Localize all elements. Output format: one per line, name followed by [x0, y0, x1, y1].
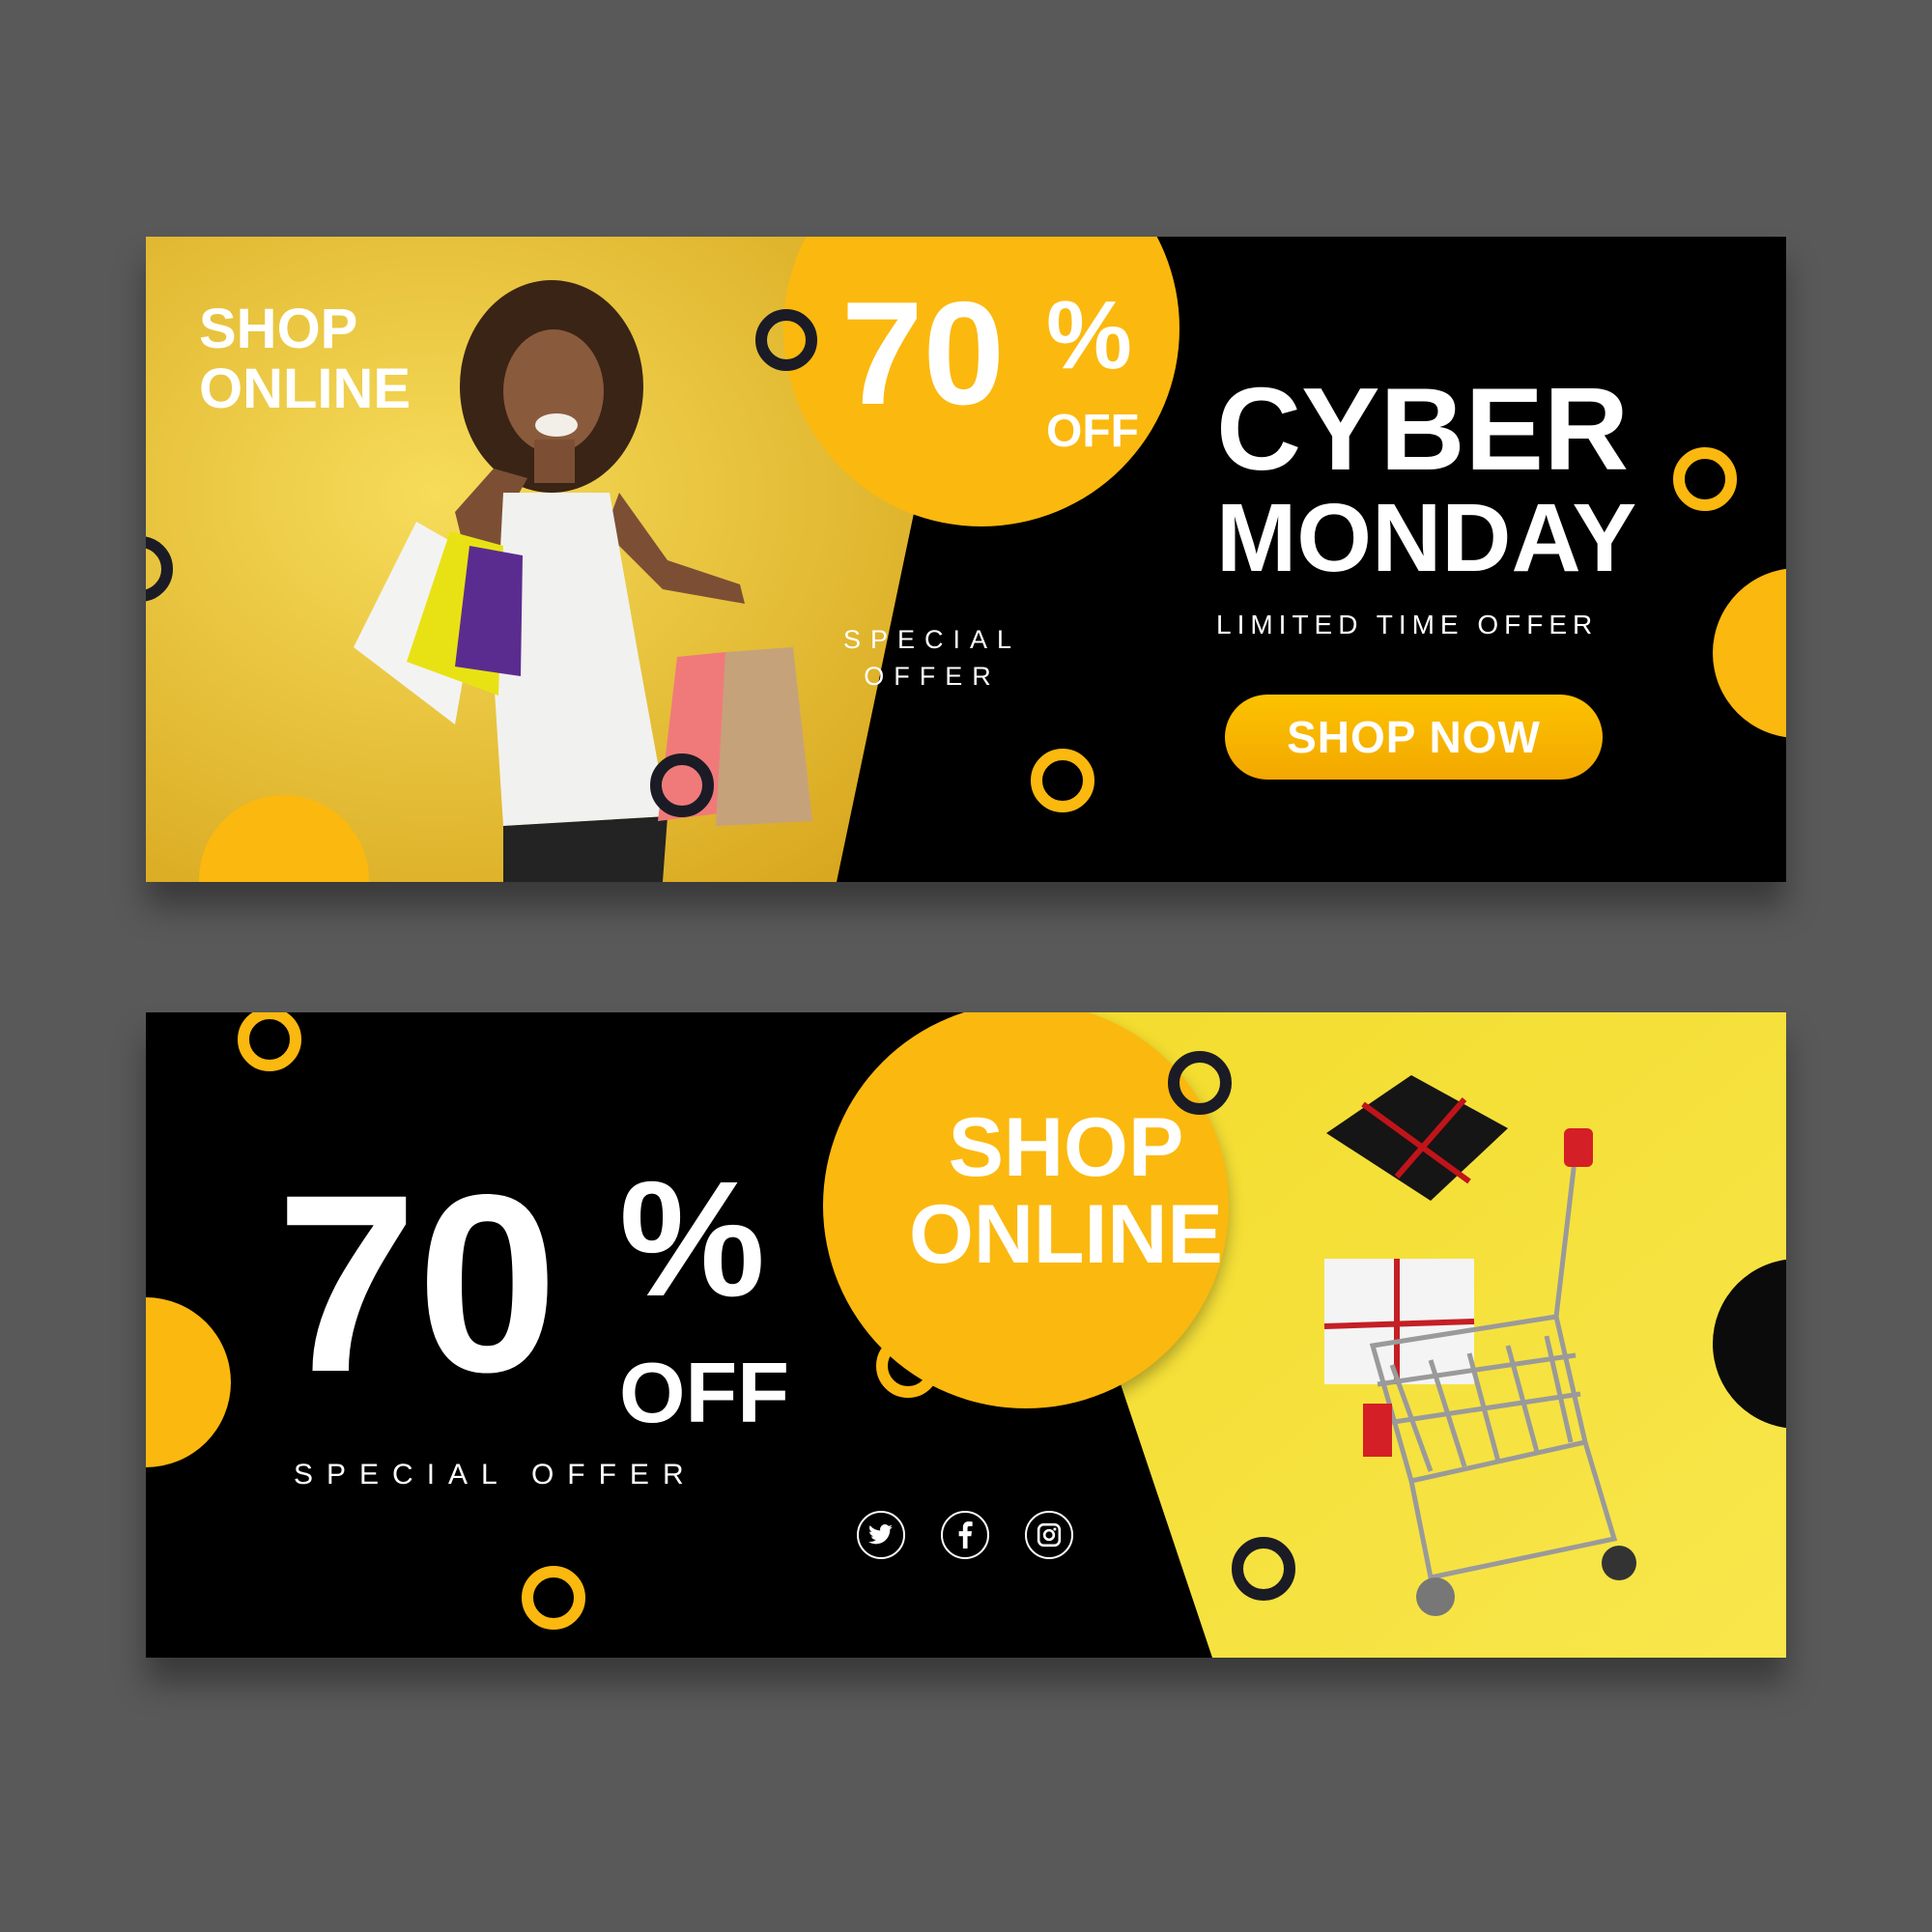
decorative-ring — [650, 753, 714, 817]
tagline: LIMITED TIME OFFER — [1216, 610, 1599, 639]
shop-online-banner: SHOP ONLINE 70 % OFF SPECIAL OFFER — [146, 1012, 1786, 1658]
shop-online-title: SHOP ONLINE — [909, 1104, 1223, 1278]
headline-cyber: CYBER — [1216, 363, 1630, 495]
cyber-monday-banner: SHOP ONLINE 70 % OFF SPECIAL OFFER CYBER… — [146, 237, 1786, 882]
discount-number: 70 — [276, 1142, 558, 1425]
discount-percent: % — [1046, 281, 1132, 389]
decorative-ring — [755, 309, 817, 371]
twitter-icon[interactable] — [857, 1511, 905, 1559]
headline-monday: MONDAY — [1216, 484, 1637, 592]
decorative-ring — [876, 1334, 940, 1398]
decorative-ring — [1232, 1537, 1295, 1601]
discount-percent: % — [619, 1148, 766, 1331]
shop-online-line1: SHOP — [199, 298, 358, 360]
special-offer-line2: OFFER — [864, 662, 1001, 691]
shop-online-line1: SHOP — [948, 1101, 1184, 1194]
discount-number: 70 — [841, 271, 1006, 436]
facebook-icon[interactable] — [941, 1511, 989, 1559]
special-offer-label: SPECIAL OFFER — [294, 1459, 697, 1491]
decorative-ring — [1673, 447, 1737, 511]
special-offer-label: SPECIAL OFFER — [843, 621, 1021, 695]
shopping-cart-with-gifts-photo — [1323, 1075, 1636, 1616]
discount-off: OFF — [1046, 406, 1139, 457]
decorative-ring — [522, 1566, 585, 1630]
shop-now-button[interactable]: SHOP NOW — [1225, 695, 1603, 780]
discount-off: OFF — [619, 1345, 789, 1440]
instagram-icon[interactable] — [1025, 1511, 1073, 1559]
special-offer-line1: SPECIAL — [843, 625, 1022, 654]
decorative-ring — [1168, 1051, 1232, 1115]
decorative-ring — [1031, 749, 1094, 812]
shop-online-line2: ONLINE — [199, 357, 412, 420]
shop-online-line2: ONLINE — [909, 1188, 1223, 1281]
shop-online-title: SHOP ONLINE — [199, 299, 411, 419]
